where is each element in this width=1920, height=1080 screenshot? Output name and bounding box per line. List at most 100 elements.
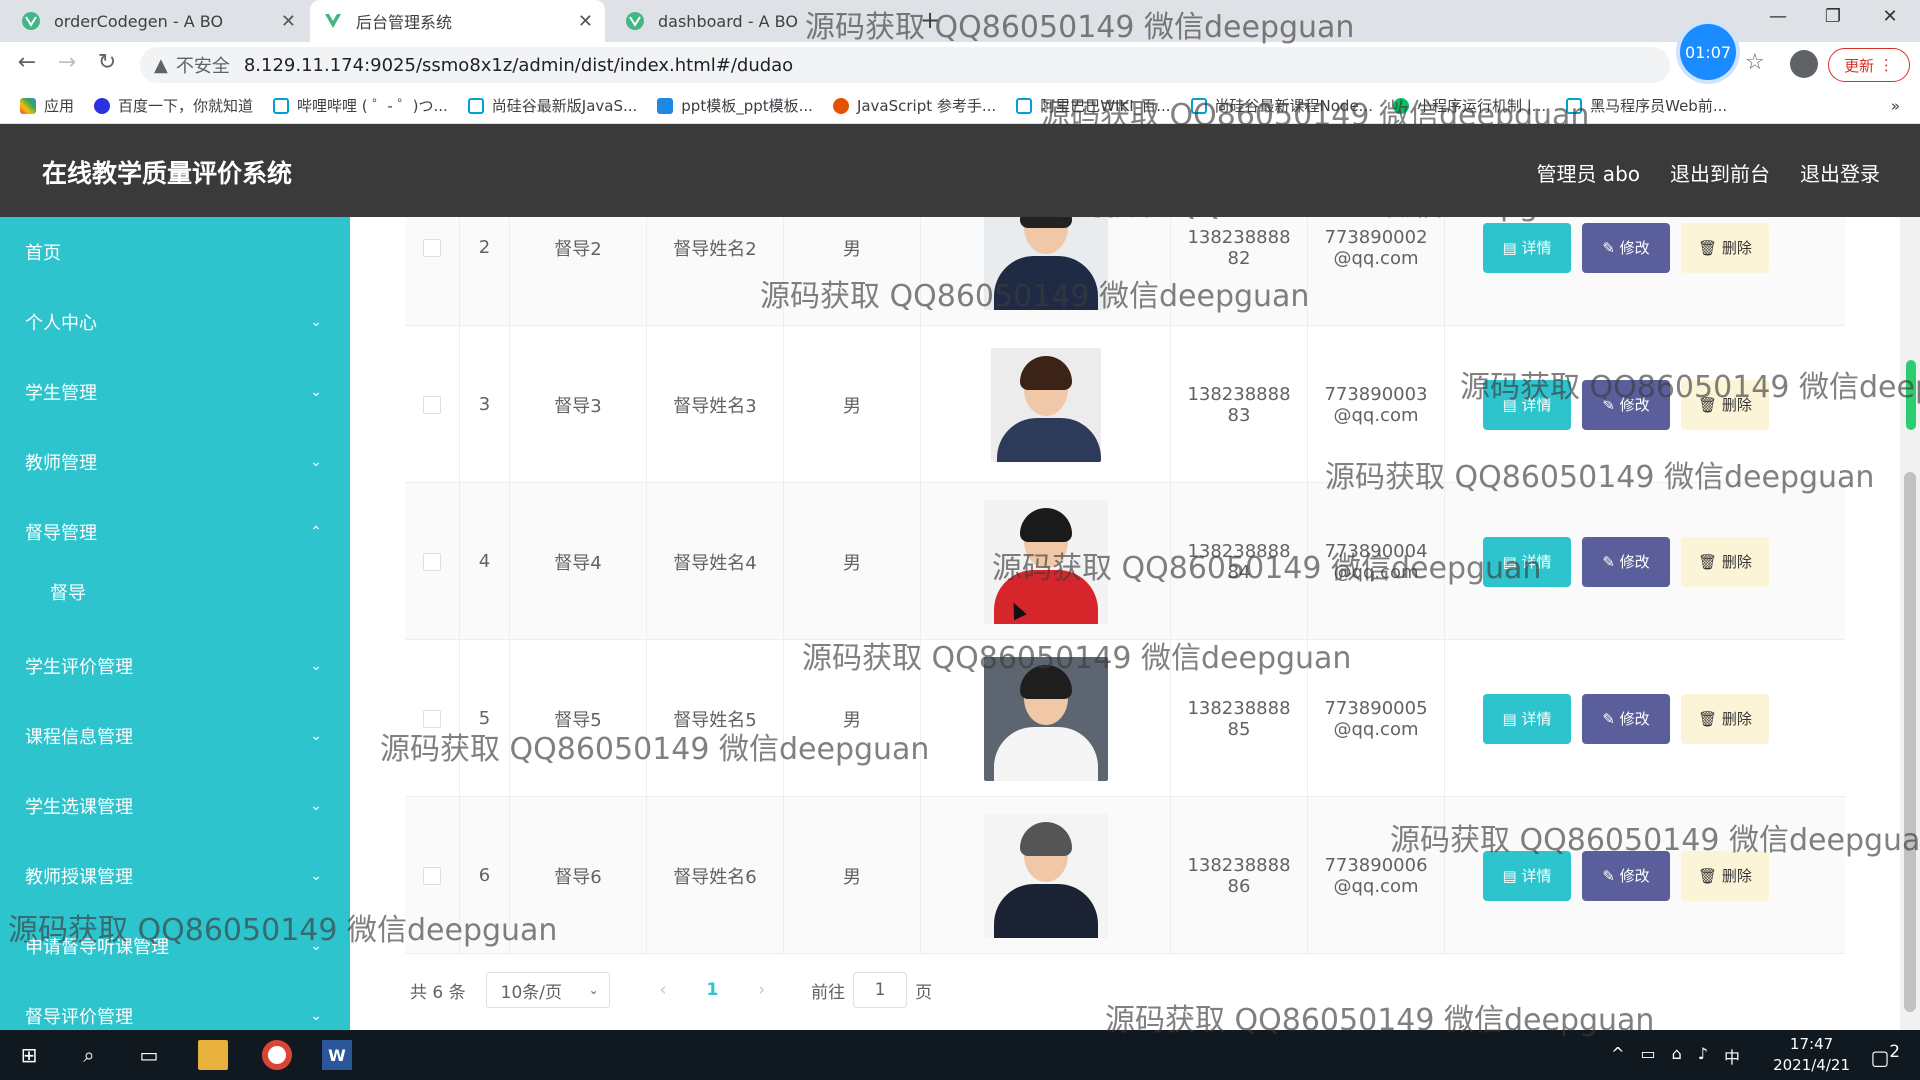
sidebar-item-teaching[interactable]: 教师授课管理 ⌄: [0, 841, 350, 911]
checkbox-cell[interactable]: [405, 217, 460, 326]
row-checkbox[interactable]: [423, 709, 441, 728]
minimize-icon[interactable]: —: [1758, 6, 1798, 27]
sidebar-item-supervisors[interactable]: 督导管理 ⌃: [0, 497, 350, 567]
detail-button[interactable]: ▤ 详情: [1483, 379, 1571, 430]
name-cell: 督导姓名6: [647, 797, 784, 954]
actions-cell: ▤ 详情 ✎ 修改 🗑 删除: [1445, 797, 1845, 954]
detail-button[interactable]: ▤ 详情: [1483, 850, 1571, 901]
sidebar-item-profile[interactable]: 个人中心 ⌄: [0, 287, 350, 357]
phone-cell: 13823888885: [1171, 640, 1308, 797]
chevron-up-icon[interactable]: ^: [1611, 1044, 1624, 1068]
notification-icon[interactable]: ▢2: [1870, 1042, 1900, 1070]
chevron-down-icon: ⌄: [310, 868, 322, 884]
actions-cell: ▤ 详情 ✎ 修改 🗑 删除: [1445, 217, 1845, 326]
row-checkbox[interactable]: [423, 866, 441, 885]
bookmark-item[interactable]: ppt模板_ppt模板...: [657, 95, 813, 116]
logout-link[interactable]: 退出登录: [1800, 158, 1880, 187]
row-checkbox[interactable]: [423, 238, 441, 257]
checkbox-cell[interactable]: [405, 797, 460, 954]
sidebar-item-supervisor[interactable]: 督导: [0, 562, 350, 622]
volume-icon[interactable]: ♪: [1698, 1044, 1708, 1068]
window-close-icon[interactable]: ✕: [1870, 6, 1910, 27]
delete-button[interactable]: 🗑 删除: [1681, 222, 1769, 273]
clock[interactable]: 17:47 2021/4/21: [1773, 1034, 1850, 1076]
update-button[interactable]: 更新 ⋮: [1828, 48, 1910, 82]
detail-button[interactable]: ▤ 详情: [1483, 222, 1571, 273]
sidebar-item-teachers[interactable]: 教师管理 ⌄: [0, 427, 350, 497]
page-scrollbar[interactable]: [1900, 217, 1920, 1030]
file-explorer-icon[interactable]: [198, 1040, 228, 1070]
windows-start-icon[interactable]: ⊞: [14, 1040, 44, 1070]
search-icon[interactable]: ⌕: [74, 1040, 104, 1070]
document-icon: ▤: [1502, 866, 1522, 885]
sidebar-item-students[interactable]: 学生管理 ⌄: [0, 357, 350, 427]
delete-button[interactable]: 🗑 删除: [1681, 850, 1769, 901]
notification-count: 2: [1889, 1042, 1900, 1061]
battery-icon[interactable]: ▭: [1640, 1044, 1655, 1068]
tab-dashboard[interactable]: dashboard - A BO: [612, 0, 912, 42]
bookmark-item[interactable]: 小程序运行机制 |...: [1392, 95, 1546, 116]
profile-avatar-icon[interactable]: [1790, 50, 1818, 78]
close-icon[interactable]: ✕: [281, 11, 296, 32]
sidebar-item-student-evaluation[interactable]: 学生评价管理 ⌄: [0, 631, 350, 701]
sidebar-item-courses[interactable]: 课程信息管理 ⌄: [0, 701, 350, 771]
address-bar[interactable]: ▲ 不安全 8.129.11.174:9025/ssmo8x1z/admin/d…: [140, 47, 1670, 83]
bookmark-item[interactable]: 尚硅谷最新课程Node...: [1190, 95, 1373, 116]
back-icon[interactable]: ←: [12, 50, 42, 75]
goto-page-input[interactable]: 1: [853, 972, 908, 1008]
sidebar-item-home[interactable]: 首页: [0, 217, 350, 287]
chrome-icon[interactable]: [262, 1040, 292, 1070]
detail-button[interactable]: ▤ 详情: [1483, 693, 1571, 744]
page-size-select[interactable]: 10条/页 ⌄: [485, 972, 610, 1008]
task-view-icon[interactable]: ▭: [134, 1040, 164, 1070]
bookmark-item[interactable]: 阿里巴巴WIKI_百...: [1016, 95, 1171, 116]
sidebar-item-supervisor-evaluation[interactable]: 督导评价管理 ⌄: [0, 981, 350, 1030]
bookmark-item[interactable]: 哔哩哔哩 ( ゜- ゜)つ...: [273, 95, 448, 116]
tab-ordercodegen[interactable]: orderCodegen - A BO ✕: [8, 0, 308, 42]
bookmark-star-icon[interactable]: ☆: [1745, 50, 1765, 75]
edit-button[interactable]: ✎ 修改: [1582, 222, 1670, 273]
word-icon[interactable]: W: [322, 1040, 352, 1070]
back-to-front-link[interactable]: 退出到前台: [1670, 158, 1770, 187]
sidebar-item-lecture-requests[interactable]: 申请督导听课管理 ⌄: [0, 911, 350, 981]
bookmark-item[interactable]: 尚硅谷最新版JavaS...: [467, 95, 637, 116]
avatar: [990, 347, 1101, 462]
current-page[interactable]: 1: [706, 980, 718, 1000]
detail-button[interactable]: ▤ 详情: [1483, 536, 1571, 587]
edit-button[interactable]: ✎ 修改: [1582, 693, 1670, 744]
edit-button[interactable]: ✎ 修改: [1582, 850, 1670, 901]
new-tab-icon[interactable]: +: [920, 6, 940, 34]
next-page-icon[interactable]: ›: [758, 980, 765, 1000]
edit-button[interactable]: ✎ 修改: [1582, 536, 1670, 587]
ime-indicator[interactable]: 中: [1724, 1044, 1740, 1068]
reload-icon[interactable]: ↻: [92, 50, 122, 75]
forward-icon[interactable]: →: [52, 50, 82, 75]
bookmark-item[interactable]: 应用: [20, 95, 74, 116]
chevron-down-icon: ⌄: [310, 728, 322, 744]
total-count: 共 6 条: [410, 982, 466, 1003]
security-label: 不安全: [175, 56, 230, 77]
checkbox-cell[interactable]: [405, 483, 460, 640]
edit-button[interactable]: ✎ 修改: [1582, 379, 1670, 430]
bookmark-item[interactable]: 百度一下，你就知道: [94, 95, 253, 116]
more-bookmarks[interactable]: »: [1891, 97, 1900, 115]
delete-button[interactable]: 🗑 删除: [1681, 693, 1769, 744]
maximize-icon[interactable]: ❐: [1813, 6, 1853, 27]
row-checkbox[interactable]: [423, 552, 441, 571]
scroll-thumb[interactable]: [1904, 472, 1916, 1012]
bookmark-item[interactable]: 黑马程序员Web前...: [1566, 95, 1727, 116]
bookmark-item[interactable]: JavaScript 参考手...: [832, 95, 996, 116]
delete-button[interactable]: 🗑 删除: [1681, 379, 1769, 430]
sidebar-item-course-selection[interactable]: 学生选课管理 ⌄: [0, 771, 350, 841]
close-icon[interactable]: ✕: [578, 11, 593, 32]
document-icon: ▤: [1502, 709, 1522, 728]
network-icon[interactable]: ⌂: [1672, 1044, 1682, 1068]
detail-label: 详情: [1521, 710, 1552, 728]
checkbox-cell[interactable]: [405, 326, 460, 483]
row-checkbox[interactable]: [423, 395, 441, 414]
chevron-down-icon: ⌄: [310, 658, 322, 674]
delete-button[interactable]: 🗑 删除: [1681, 536, 1769, 587]
prev-page-icon[interactable]: ‹: [660, 980, 667, 1000]
checkbox-cell[interactable]: [405, 640, 460, 797]
tab-admin[interactable]: 后台管理系统 ✕: [310, 0, 605, 42]
